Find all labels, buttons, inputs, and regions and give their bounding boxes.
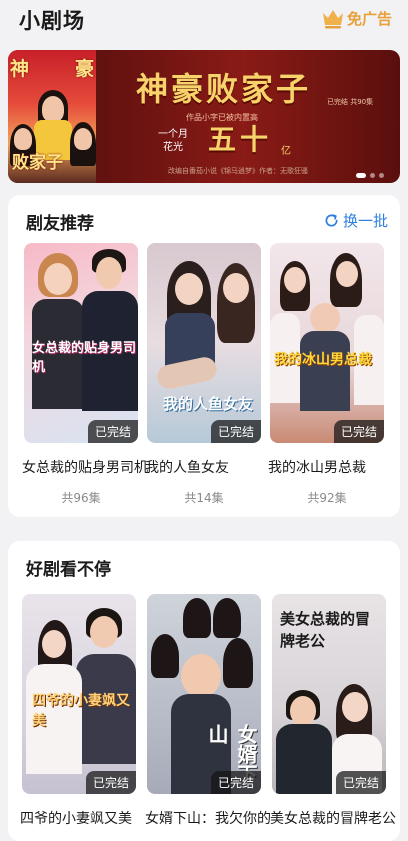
episode-count: 共92集: [307, 491, 347, 505]
carousel-dot-active[interactable]: [356, 173, 366, 178]
status-badge: 已完结: [210, 771, 261, 794]
drama-poster: 我的冰山男总裁 已完结: [270, 243, 384, 443]
status-badge: 已完结: [333, 420, 384, 443]
drama-poster: 女婿下山 已完结: [147, 594, 261, 794]
drama-card[interactable]: 我的冰山男总裁 已完结 我的冰山男总裁 共92集: [268, 243, 384, 506]
episode-count: 共14集: [184, 491, 224, 505]
drama-poster: 我的人鱼女友 已完结: [147, 243, 261, 443]
drama-poster-text: 美女总裁的冒牌老公: [280, 610, 371, 650]
drama-title: 我的冰山男总裁: [268, 460, 366, 476]
drama-title: 女总裁的贴身男司机: [22, 460, 148, 476]
banner-tagline-line2: 花光: [163, 142, 183, 153]
banner-poster-char-1: 神: [10, 58, 30, 80]
nonstop-section-title: 好剧看不停: [26, 560, 111, 580]
banner-amount: 五十: [208, 123, 273, 156]
featured-banner[interactable]: 神 豪 败家子 神豪败家子 已完结 共90集 作品小字已被内置高 一个月 花光 …: [8, 50, 400, 183]
drama-card[interactable]: 美女总裁的冒牌老公 已完结 美女总裁的冒牌老公: [270, 594, 396, 828]
drama-title: 女婿下山：我欠你的: [145, 811, 271, 827]
refresh-button[interactable]: 换一批: [324, 210, 388, 231]
drama-poster: 美女总裁的冒牌老公 已完结: [272, 594, 386, 794]
banner-poster-char-3: 败家子: [12, 153, 63, 173]
banner-amount-unit: 亿: [281, 146, 291, 157]
status-badge: 已完结: [335, 771, 386, 794]
drama-poster-text: 我的冰山男总裁: [274, 352, 372, 368]
banner-tagline-line1: 一个月: [158, 129, 188, 140]
ad-free-button[interactable]: 免广告: [321, 7, 392, 29]
drama-poster-text: 四爷的小妻飒又美: [32, 693, 130, 729]
banner-poster-char-2: 豪: [74, 58, 94, 80]
drama-poster: 四爷的小妻飒又美 已完结: [22, 594, 136, 794]
drama-title: 我的人鱼女友: [145, 460, 229, 476]
crown-icon: [322, 10, 343, 29]
status-badge: 已完结: [210, 420, 261, 443]
page-title: 小剧场: [19, 9, 85, 33]
recommend-section-title: 剧友推荐: [26, 214, 94, 234]
status-badge: 已完结: [87, 420, 138, 443]
drama-card[interactable]: 女总裁的贴身男司机 已完结 女总裁的贴身男司机 共96集: [22, 243, 148, 506]
refresh-label: 换一批: [342, 212, 388, 230]
banner-title: 神豪败家子: [136, 70, 312, 108]
ad-free-label: 免广告: [346, 9, 392, 28]
refresh-icon: [325, 214, 338, 227]
drama-poster: 女总裁的贴身男司机 已完结: [24, 243, 138, 443]
drama-card[interactable]: 四爷的小妻飒又美 已完结 四爷的小妻飒又美: [20, 594, 136, 828]
drama-poster-text: 女总裁的贴身男司机: [32, 341, 137, 375]
carousel-dot[interactable]: [379, 173, 384, 178]
top-bar: 小剧场 免广告: [0, 0, 408, 40]
episode-count: 共96集: [61, 491, 101, 505]
banner-status: 已完结 共90集: [327, 98, 374, 106]
banner-poster-image: 神 豪 败家子: [8, 50, 96, 183]
drama-title: 美女总裁的冒牌老公: [270, 811, 396, 827]
drama-poster-text: 我的人鱼女友: [163, 395, 254, 413]
status-badge: 已完结: [85, 771, 136, 794]
nonstop-section: 好剧看不停 四爷的小妻飒又美 已完结 四爷的小妻飒又美 女婿下山 已完结 女婿下…: [8, 541, 400, 841]
drama-card[interactable]: 我的人鱼女友 已完结 我的人鱼女友 共14集: [145, 243, 261, 506]
carousel-dot[interactable]: [370, 173, 375, 178]
banner-tagline: 一个月 花光: [158, 128, 188, 154]
banner-source: 改编自番茄小说《锦马逍梦》作者：无歌狂骚: [168, 167, 308, 175]
drama-title: 四爷的小妻飒又美: [20, 811, 132, 827]
carousel-indicator: [356, 173, 384, 178]
recommend-section: 剧友推荐 换一批 女总裁的贴身男司机 已完结 女总裁的贴身男司机 共96集 我的…: [8, 195, 400, 517]
drama-card[interactable]: 女婿下山 已完结 女婿下山：我欠你的: [145, 594, 271, 828]
